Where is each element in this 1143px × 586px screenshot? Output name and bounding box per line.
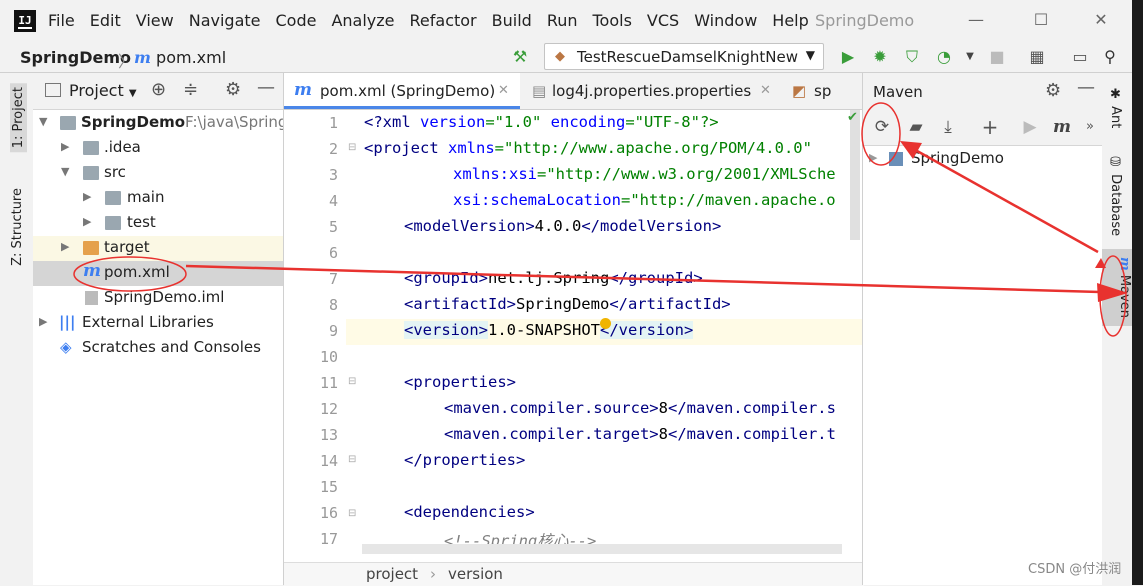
watermark: CSDN @付洪润 (1028, 562, 1122, 577)
red-annotation-overlay (73, 102, 1128, 337)
annotation-circle-reload (861, 102, 901, 166)
annotation-arrow-line (185, 264, 1101, 294)
annotation-circle-pom (73, 256, 187, 292)
annotation-arrow-head (1095, 258, 1106, 268)
annotation-arrow-head (900, 141, 922, 159)
annotation-arrow-head (1097, 283, 1128, 302)
annotation-arrow-line (909, 145, 1099, 254)
